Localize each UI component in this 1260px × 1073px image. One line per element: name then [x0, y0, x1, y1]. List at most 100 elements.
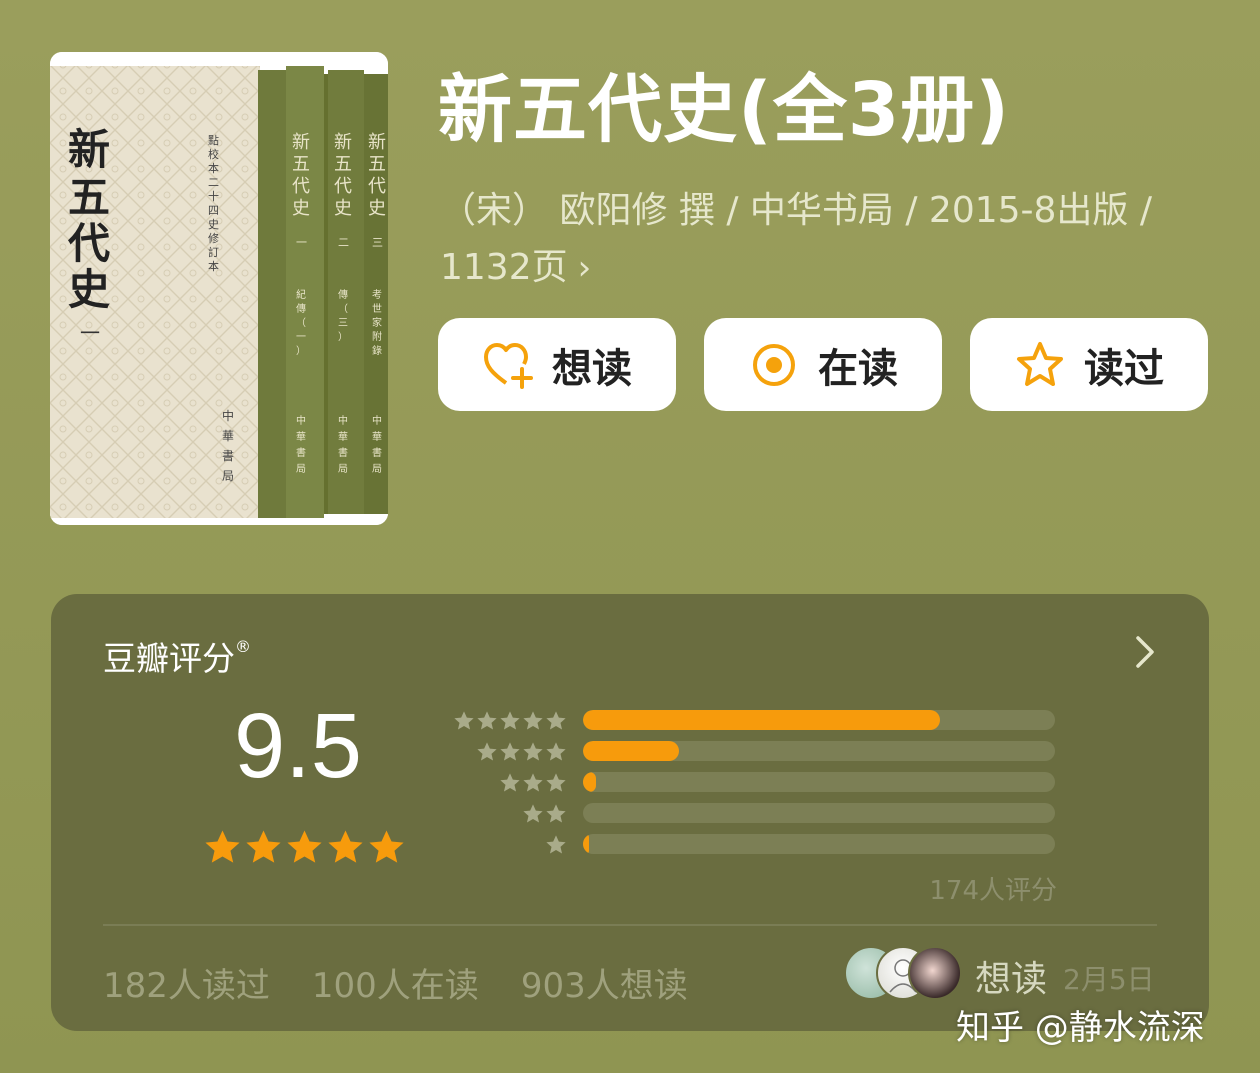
svg-text:新: 新 — [292, 132, 310, 153]
reading-button[interactable]: 在读 — [704, 318, 942, 411]
star-icon — [328, 830, 363, 863]
distribution-bar-fill — [583, 741, 679, 761]
book-meta-pages: 1132页 › — [440, 239, 1200, 297]
svg-text:書: 書 — [372, 446, 382, 459]
star-icon — [477, 711, 497, 730]
want-to-read-label: 想读 — [552, 345, 632, 392]
rating-score: 9.5 — [234, 695, 362, 797]
divider — [103, 924, 1157, 926]
row-stars — [545, 834, 567, 856]
distribution-bar-track — [583, 710, 1055, 730]
star-icon — [523, 711, 543, 730]
svg-text:史: 史 — [68, 265, 110, 314]
svg-text:一: 一 — [296, 332, 306, 343]
distribution-bar-track — [583, 772, 1055, 792]
book-cover[interactable]: 新 五 代 史 一 點校本二十四史修訂本 中華書局 新五代史一紀傳（一）中華書局… — [50, 52, 388, 525]
star-icon — [523, 773, 543, 792]
book-pages: 1132页 — [440, 247, 568, 288]
reading-label: 在读 — [818, 345, 898, 392]
svg-text:五: 五 — [368, 154, 386, 175]
svg-text:三: 三 — [372, 236, 383, 249]
read-label: 读过 — [1084, 345, 1164, 392]
svg-text:書: 書 — [338, 446, 348, 459]
svg-text:考: 考 — [372, 289, 382, 301]
rating-title-text: 豆瓣评分 — [103, 639, 235, 678]
svg-text:二: 二 — [338, 236, 349, 249]
svg-text:家: 家 — [372, 316, 382, 329]
row-stars — [522, 803, 567, 825]
star-icon — [205, 830, 240, 863]
svg-text:華: 華 — [372, 431, 382, 443]
svg-text:十: 十 — [208, 189, 219, 203]
svg-text:傳: 傳 — [338, 288, 348, 301]
row-stars — [476, 741, 567, 763]
svg-text:（: （ — [296, 317, 306, 329]
row-stars — [499, 772, 567, 794]
want-to-read-button[interactable]: 想读 — [438, 318, 676, 411]
reading-stats: 182人读过 100人在读 903人想读 — [103, 958, 688, 1007]
svg-text:代: 代 — [67, 219, 110, 268]
svg-text:修: 修 — [208, 231, 219, 245]
stat-want[interactable]: 903人想读 — [521, 958, 688, 1007]
svg-text:四: 四 — [208, 204, 219, 217]
star-icon — [500, 711, 520, 730]
svg-text:局: 局 — [372, 463, 382, 475]
svg-text:華: 華 — [222, 429, 234, 443]
svg-text:書: 書 — [296, 446, 306, 459]
svg-text:代: 代 — [292, 176, 310, 197]
distribution-bar-track — [583, 834, 1055, 854]
star-icon — [287, 830, 322, 863]
svg-text:三: 三 — [338, 318, 348, 329]
friend-avatars[interactable] — [844, 946, 964, 1000]
stat-reading[interactable]: 100人在读 — [312, 958, 479, 1007]
rating-title[interactable]: 豆瓣评分® — [103, 632, 251, 680]
cover-volume: 一 — [80, 321, 100, 345]
svg-text:新: 新 — [368, 132, 386, 153]
svg-text:校: 校 — [208, 147, 219, 161]
star-icon — [500, 742, 520, 761]
svg-text:史: 史 — [334, 198, 352, 219]
activity-label: 想读 — [975, 959, 1048, 1000]
stat-read[interactable]: 182人读过 — [103, 958, 270, 1007]
svg-text:錄: 錄 — [372, 344, 382, 357]
activity-date: 2月5日 — [1063, 963, 1155, 996]
registered-mark: ® — [235, 637, 251, 656]
svg-text:點: 點 — [208, 134, 219, 147]
star-icon — [546, 835, 566, 854]
star-icon — [246, 830, 281, 863]
rating-stars — [203, 828, 406, 867]
book-meta-line: （宋） 欧阳修 撰 / 中华书局 / 2015-8出版 / — [440, 190, 1153, 231]
row-stars — [453, 710, 567, 732]
svg-text:訂: 訂 — [208, 245, 219, 259]
star-icon — [546, 711, 566, 730]
rating-card: 豆瓣评分® 9.5 174人评分 182人读过 100人在读 903人想读 想读… — [51, 594, 1209, 1031]
svg-text:局: 局 — [338, 463, 348, 475]
svg-text:本: 本 — [208, 161, 219, 175]
svg-text:一: 一 — [296, 236, 307, 249]
svg-text:紀: 紀 — [296, 288, 306, 301]
svg-text:代: 代 — [334, 176, 352, 197]
read-button[interactable]: 读过 — [970, 318, 1208, 411]
star-outline-icon — [1017, 341, 1063, 386]
star-icon — [546, 742, 566, 761]
star-icon — [369, 830, 404, 863]
distribution-bar-track — [583, 741, 1055, 761]
svg-text:二: 二 — [208, 176, 219, 189]
distribution-bar-fill — [583, 772, 597, 792]
svg-text:代: 代 — [368, 176, 386, 197]
svg-text:新: 新 — [334, 132, 352, 153]
action-buttons: 想读 在读 读过 — [438, 318, 1208, 411]
star-icon — [477, 742, 497, 761]
target-icon — [753, 343, 795, 386]
chevron-right-icon: › — [577, 248, 592, 288]
svg-text:中: 中 — [222, 408, 234, 423]
svg-text:華: 華 — [338, 431, 348, 443]
book-meta[interactable]: （宋） 欧阳修 撰 / 中华书局 / 2015-8出版 / 1132页 › — [440, 182, 1200, 297]
svg-text:（: （ — [338, 303, 348, 315]
cover-title: 新 五 代 史 — [67, 125, 110, 314]
star-icon — [523, 742, 543, 761]
chevron-right-icon[interactable] — [1133, 634, 1157, 670]
svg-text:史: 史 — [208, 218, 219, 231]
cover-series: 點校本二十四史修訂本 — [208, 134, 219, 273]
avatar — [908, 946, 962, 1000]
